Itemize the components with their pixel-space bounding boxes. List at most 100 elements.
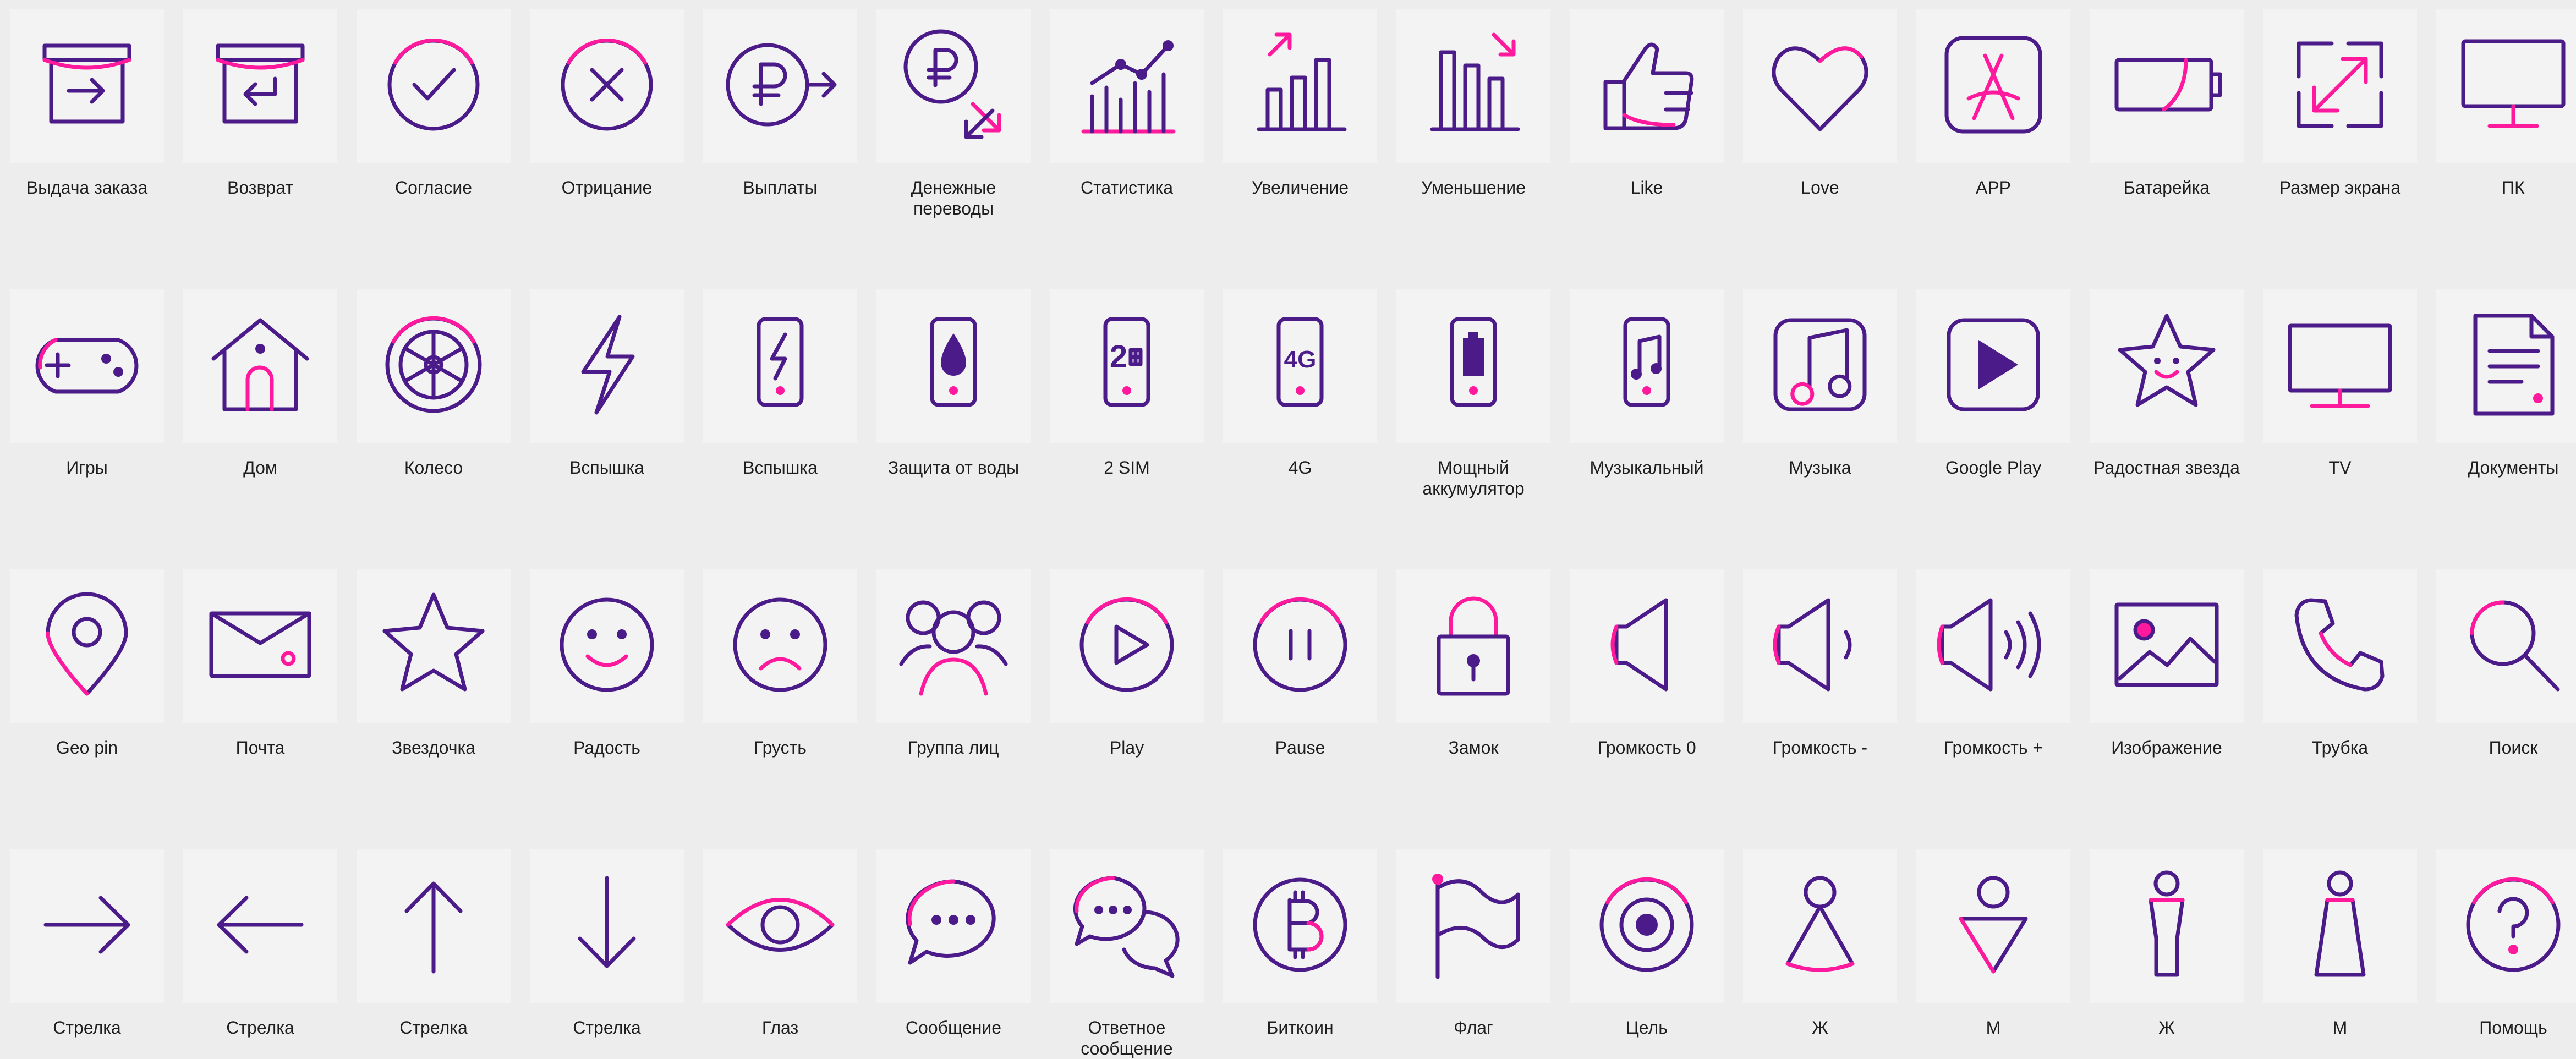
icon-label: Трубка <box>2311 738 2369 758</box>
icon-tile[interactable] <box>1396 9 1550 163</box>
icon-tile[interactable] <box>183 569 337 723</box>
icon-label: Цель <box>1626 1018 1668 1038</box>
icon-tile[interactable] <box>1396 849 1550 1003</box>
icon-tile[interactable] <box>1570 569 1724 723</box>
icon-tile[interactable] <box>703 9 857 163</box>
icon-label: TV <box>2328 458 2352 478</box>
icon-tile[interactable] <box>2436 849 2576 1003</box>
icon-tile[interactable]: 4G <box>1223 289 1377 443</box>
icon-tile[interactable] <box>357 849 511 1003</box>
icon-label: 2 SIM <box>1104 458 1150 478</box>
icon-tile[interactable] <box>183 849 337 1003</box>
icon-tile[interactable]: 2 <box>1050 289 1204 443</box>
icon-tile[interactable] <box>530 849 684 1003</box>
icon-tile[interactable] <box>876 289 1031 443</box>
mail-envelope-icon <box>197 581 324 711</box>
icon-label: Размер экрана <box>2279 178 2401 197</box>
decrease-chart-icon <box>1410 21 1537 151</box>
icon-tile[interactable] <box>2436 9 2576 163</box>
search-icon <box>2450 581 2576 711</box>
icon-tile[interactable] <box>876 569 1031 723</box>
sad-face-icon <box>717 581 843 711</box>
icon-tile[interactable] <box>2263 849 2417 1003</box>
icon-tile[interactable] <box>1050 569 1204 723</box>
icon-tile[interactable] <box>10 289 164 443</box>
icon-tile[interactable] <box>183 289 337 443</box>
icon-label: Радость <box>573 738 640 758</box>
icon-tile[interactable] <box>1743 289 1897 443</box>
icon-tile[interactable] <box>183 9 337 163</box>
icon-label: Ж <box>2158 1018 2175 1038</box>
icon-tile[interactable] <box>2090 569 2244 723</box>
icon-tile[interactable] <box>1223 9 1377 163</box>
icon-tile[interactable] <box>1916 849 2070 1003</box>
icon-label: Уменьшение <box>1421 178 1526 197</box>
statistics-chart-icon <box>1064 21 1190 151</box>
icon-label: ПК <box>2502 178 2525 197</box>
icon-tile[interactable] <box>357 289 511 443</box>
smiling-star-icon <box>2103 301 2230 431</box>
app-store-icon <box>1930 21 2057 151</box>
icon-tile[interactable] <box>1570 9 1724 163</box>
icon-label: Ж <box>1812 1018 1828 1038</box>
icon-tile[interactable] <box>1223 569 1377 723</box>
icon-label: 4G <box>1288 458 1312 478</box>
eye-icon <box>717 862 843 991</box>
icon-tile[interactable] <box>2436 569 2576 723</box>
icon-tile[interactable] <box>2090 9 2244 163</box>
arrow-down-icon <box>544 862 670 991</box>
icon-tile[interactable] <box>1396 569 1550 723</box>
icon-tile[interactable] <box>1050 849 1204 1003</box>
expand-screen-icon <box>2277 21 2403 151</box>
star-icon <box>370 581 497 711</box>
icon-tile[interactable] <box>1743 9 1897 163</box>
icon-label: Стрелка <box>399 1018 468 1038</box>
icon-tile[interactable] <box>2263 289 2417 443</box>
icon-tile[interactable] <box>1916 289 2070 443</box>
phone-flash-icon <box>717 301 843 431</box>
icon-tile[interactable] <box>1916 569 2070 723</box>
delivery-box-icon <box>24 21 150 151</box>
tv-icon <box>2277 301 2403 431</box>
icon-tile[interactable] <box>1570 289 1724 443</box>
cross-circle-icon <box>544 21 670 151</box>
icon-label: Поиск <box>2489 738 2538 758</box>
icon-tile[interactable] <box>2090 849 2244 1003</box>
icon-label: Громкость 0 <box>1597 738 1696 758</box>
icon-tile[interactable] <box>876 9 1031 163</box>
icon-label: Дом <box>243 458 277 478</box>
icon-tile[interactable] <box>703 849 857 1003</box>
icon-label: Вспышка <box>743 458 818 478</box>
arrow-right-icon <box>24 862 150 991</box>
icon-tile[interactable] <box>357 569 511 723</box>
icon-tile[interactable] <box>530 569 684 723</box>
icon-label: Стрелка <box>573 1018 641 1038</box>
phone-dual-sim-icon: 2 <box>1064 301 1190 431</box>
phone-battery-icon <box>1410 301 1537 431</box>
icon-tile[interactable] <box>10 849 164 1003</box>
icon-tile[interactable] <box>1050 9 1204 163</box>
icon-tile[interactable] <box>2090 289 2244 443</box>
icon-tile[interactable] <box>1570 849 1724 1003</box>
icon-tile[interactable] <box>876 849 1031 1003</box>
icon-tile[interactable] <box>10 9 164 163</box>
icon-label: Музыка <box>1789 458 1851 478</box>
icon-tile[interactable] <box>2263 9 2417 163</box>
icon-label: Сообщение <box>905 1018 1002 1038</box>
house-icon <box>197 301 324 431</box>
icon-tile[interactable] <box>357 9 511 163</box>
icon-tile[interactable] <box>1396 289 1550 443</box>
icon-tile[interactable] <box>2436 289 2576 443</box>
icon-label: Выдача заказа <box>26 178 148 197</box>
icon-tile[interactable] <box>10 569 164 723</box>
phone-handset-icon <box>2277 581 2403 711</box>
icon-tile[interactable] <box>1743 849 1897 1003</box>
icon-tile[interactable] <box>1916 9 2070 163</box>
icon-tile[interactable] <box>703 289 857 443</box>
icon-tile[interactable] <box>530 289 684 443</box>
icon-tile[interactable] <box>1743 569 1897 723</box>
icon-tile[interactable] <box>1223 849 1377 1003</box>
icon-tile[interactable] <box>530 9 684 163</box>
icon-tile[interactable] <box>2263 569 2417 723</box>
icon-tile[interactable] <box>703 569 857 723</box>
